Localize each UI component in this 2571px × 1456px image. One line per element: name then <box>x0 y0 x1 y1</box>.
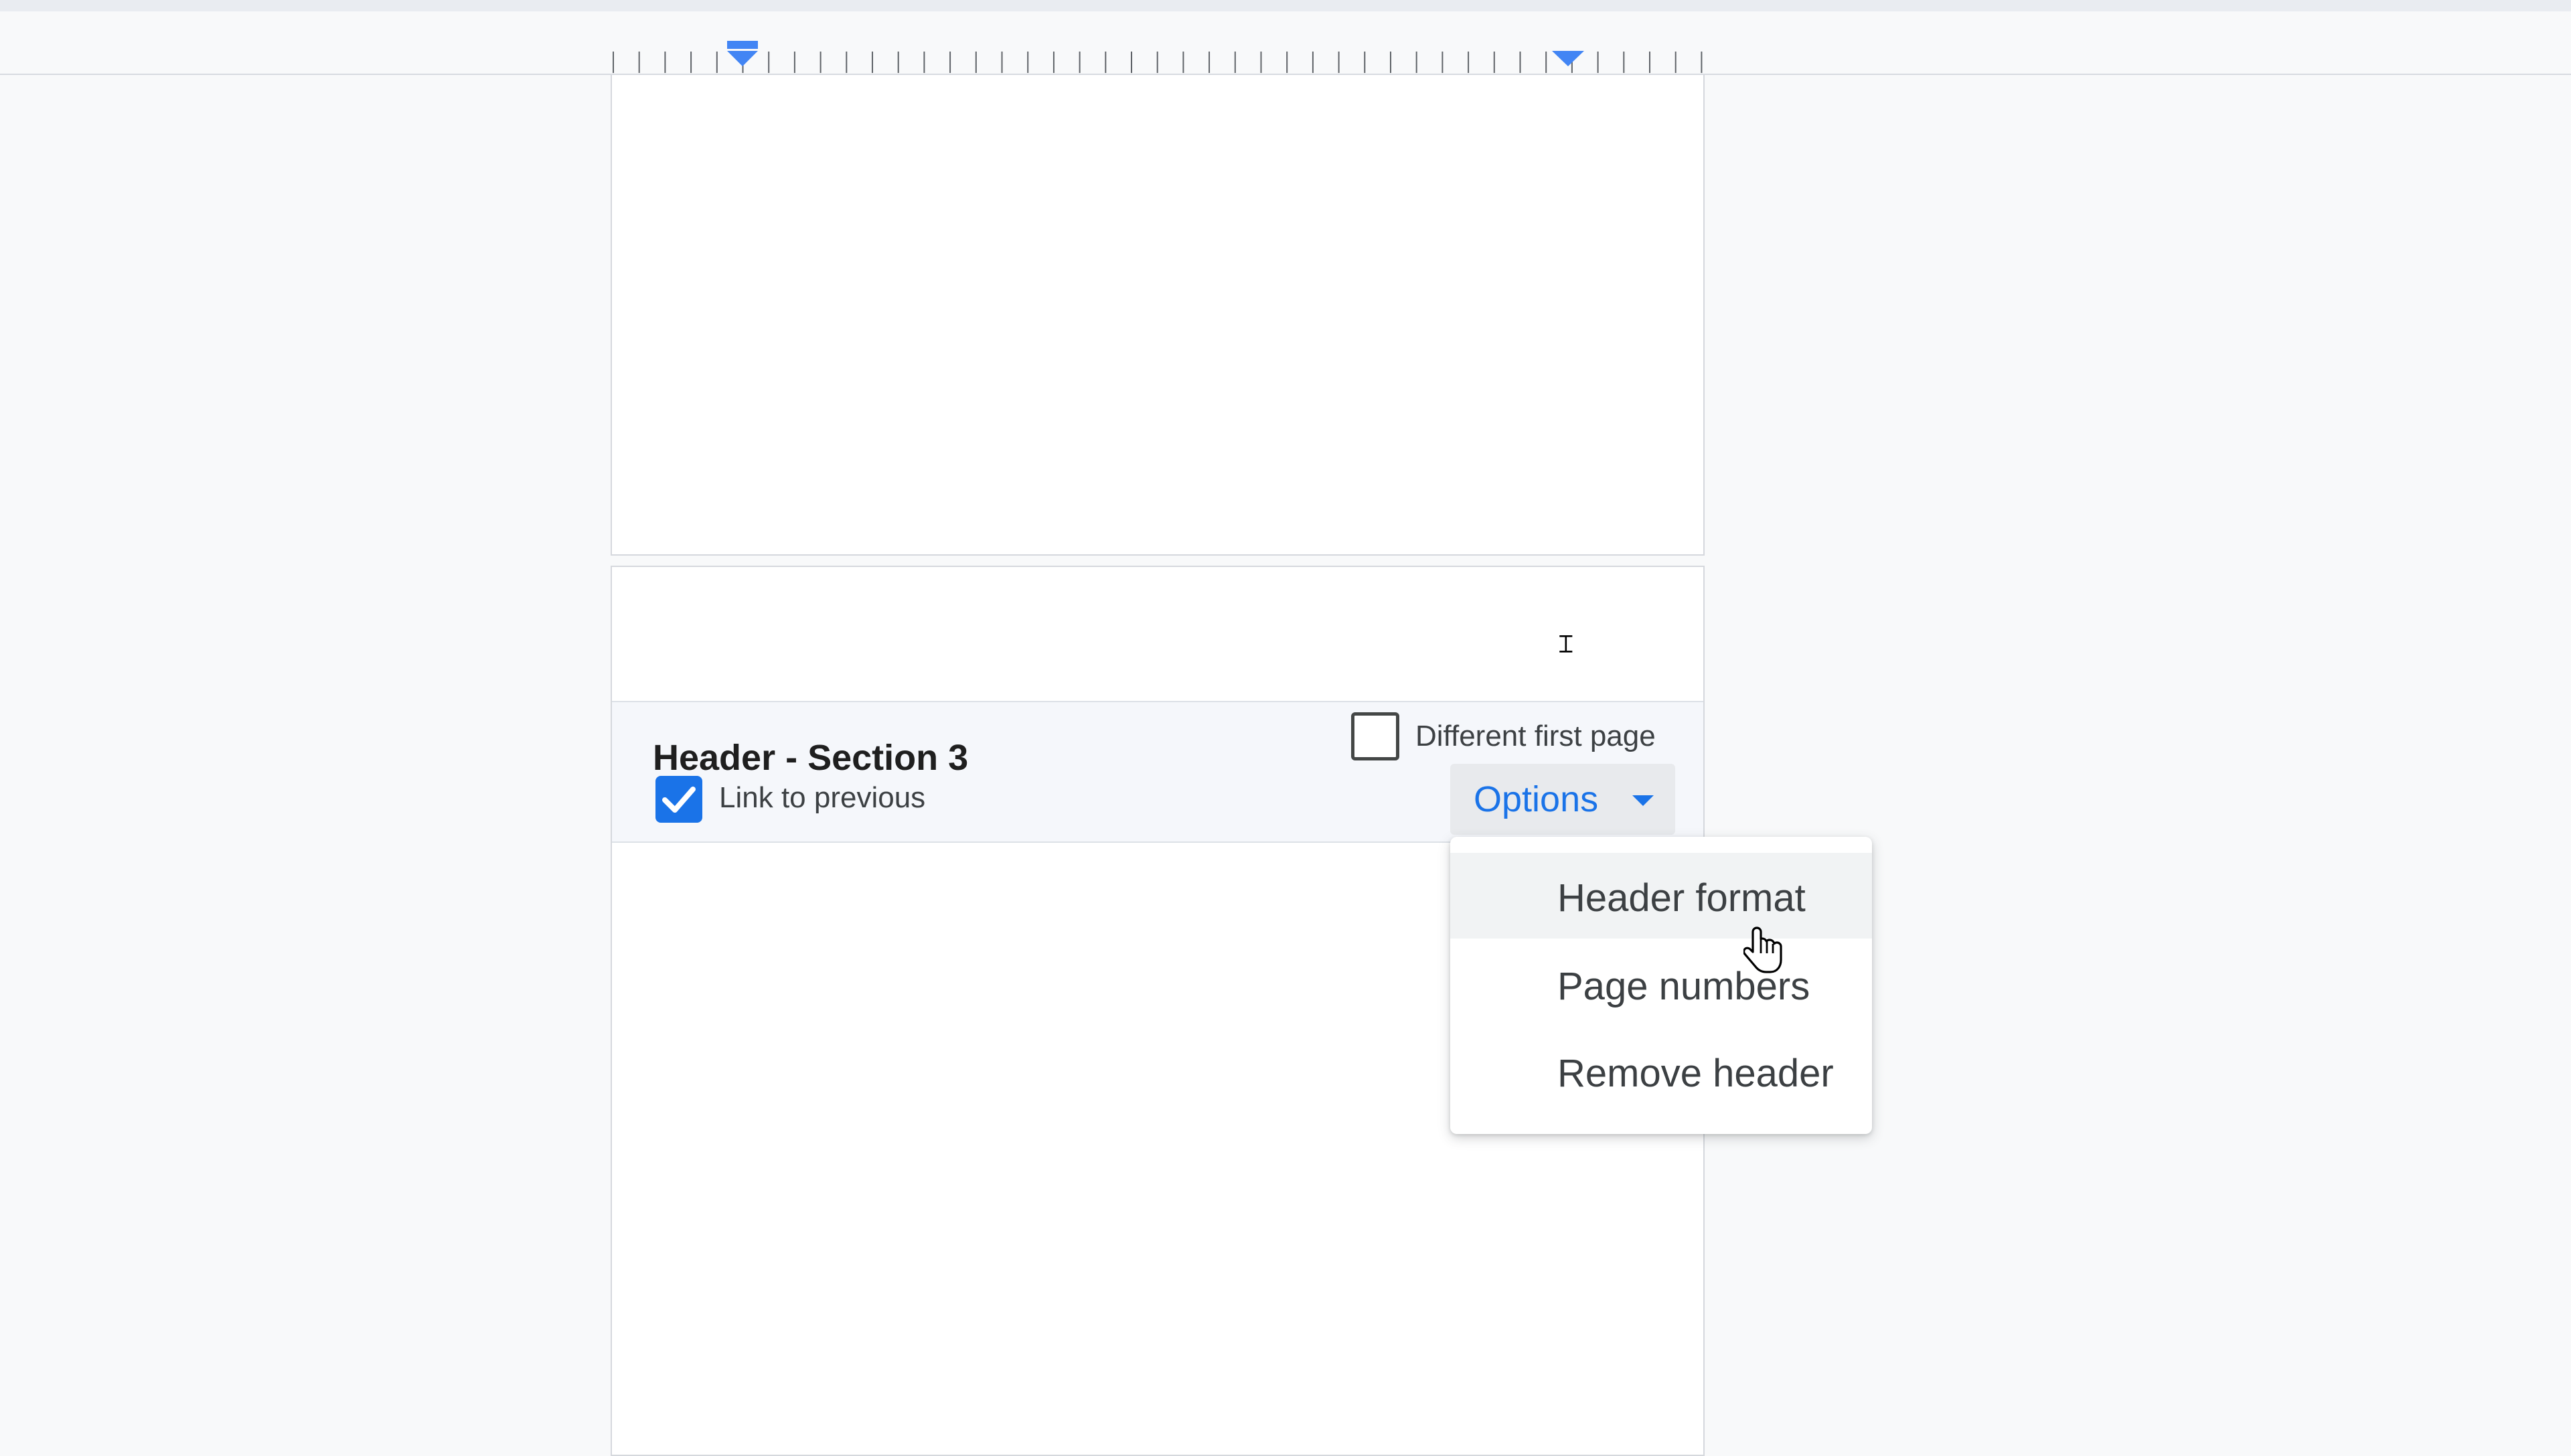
right-indent-marker-icon[interactable] <box>1552 51 1584 66</box>
browser-top-strip <box>0 0 2571 11</box>
different-first-page-label[interactable]: Different first page <box>1415 720 1656 753</box>
hand-pointer-icon <box>1743 926 1782 973</box>
header-area[interactable]: ⌶ <box>612 567 1703 701</box>
ruler-ticks <box>613 41 1703 73</box>
ruler[interactable] <box>0 11 2571 75</box>
options-menu: Header format Page numbers Remove header <box>1450 837 1872 1134</box>
header-bar: Header - Section 3 Link to previous Diff… <box>612 701 1703 843</box>
page-upper[interactable] <box>611 75 1705 556</box>
indent-marker-icon[interactable] <box>727 41 758 66</box>
menu-item-label: Remove header <box>1557 1052 1834 1095</box>
menu-item-header-format[interactable]: Header format <box>1450 853 1872 939</box>
link-to-previous-label[interactable]: Link to previous <box>719 781 925 815</box>
link-to-previous-checkbox[interactable] <box>655 776 702 823</box>
checkmark-icon <box>662 787 696 813</box>
caret-down-icon <box>1632 795 1654 806</box>
text-cursor-icon: ⌶ <box>1559 632 1573 659</box>
menu-item-remove-header[interactable]: Remove header <box>1450 1028 1872 1114</box>
options-button-label: Options <box>1474 779 1599 819</box>
different-first-page-checkbox[interactable] <box>1351 712 1399 760</box>
menu-item-label: Header format <box>1557 876 1806 920</box>
menu-item-page-numbers[interactable]: Page numbers <box>1450 941 1872 1027</box>
header-title: Header - Section 3 <box>653 738 969 778</box>
options-button[interactable]: Options <box>1450 764 1675 835</box>
